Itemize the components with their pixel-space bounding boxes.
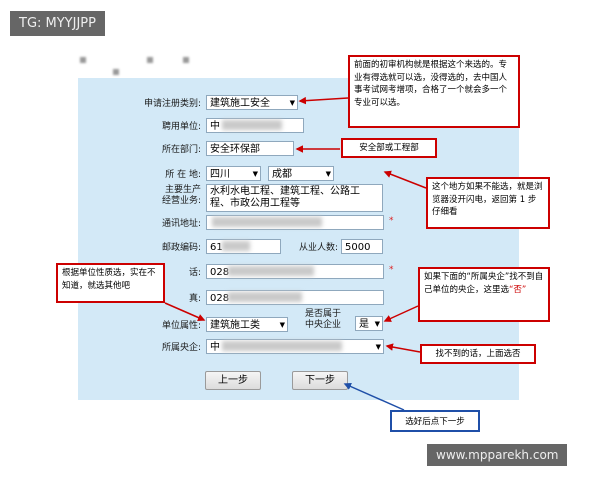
callout-property: 根据单位性质选，实在不知道，就选其他吧 xyxy=(56,263,165,303)
arrow-to-central-name xyxy=(385,343,421,353)
callout-not-found: 找不到的话，上面选否 xyxy=(420,344,536,364)
callout-dept: 安全部或工程部 xyxy=(341,138,437,158)
callout-category: 前面的初审机构就是根据这个来选的。专业有得选就可以选，没得选的，去中国人事考试网… xyxy=(348,55,520,128)
arrow-to-location xyxy=(383,170,427,189)
callout-location: 这个地方如果不能选，就是浏览器没开闪电，返回第 1 步仔细看 xyxy=(426,177,550,229)
arrow-to-property xyxy=(164,302,206,322)
arrow-to-central-select xyxy=(383,305,419,322)
arrow-to-next xyxy=(343,382,405,411)
watermark-bottom: www.mpparekh.com xyxy=(427,444,568,466)
callout-central: 如果下面的“所属央企”找不到自己单位的央企，这里选“否” xyxy=(418,267,550,322)
callout-next: 选好后点下一步 xyxy=(390,410,480,432)
arrow-to-category xyxy=(298,96,349,105)
